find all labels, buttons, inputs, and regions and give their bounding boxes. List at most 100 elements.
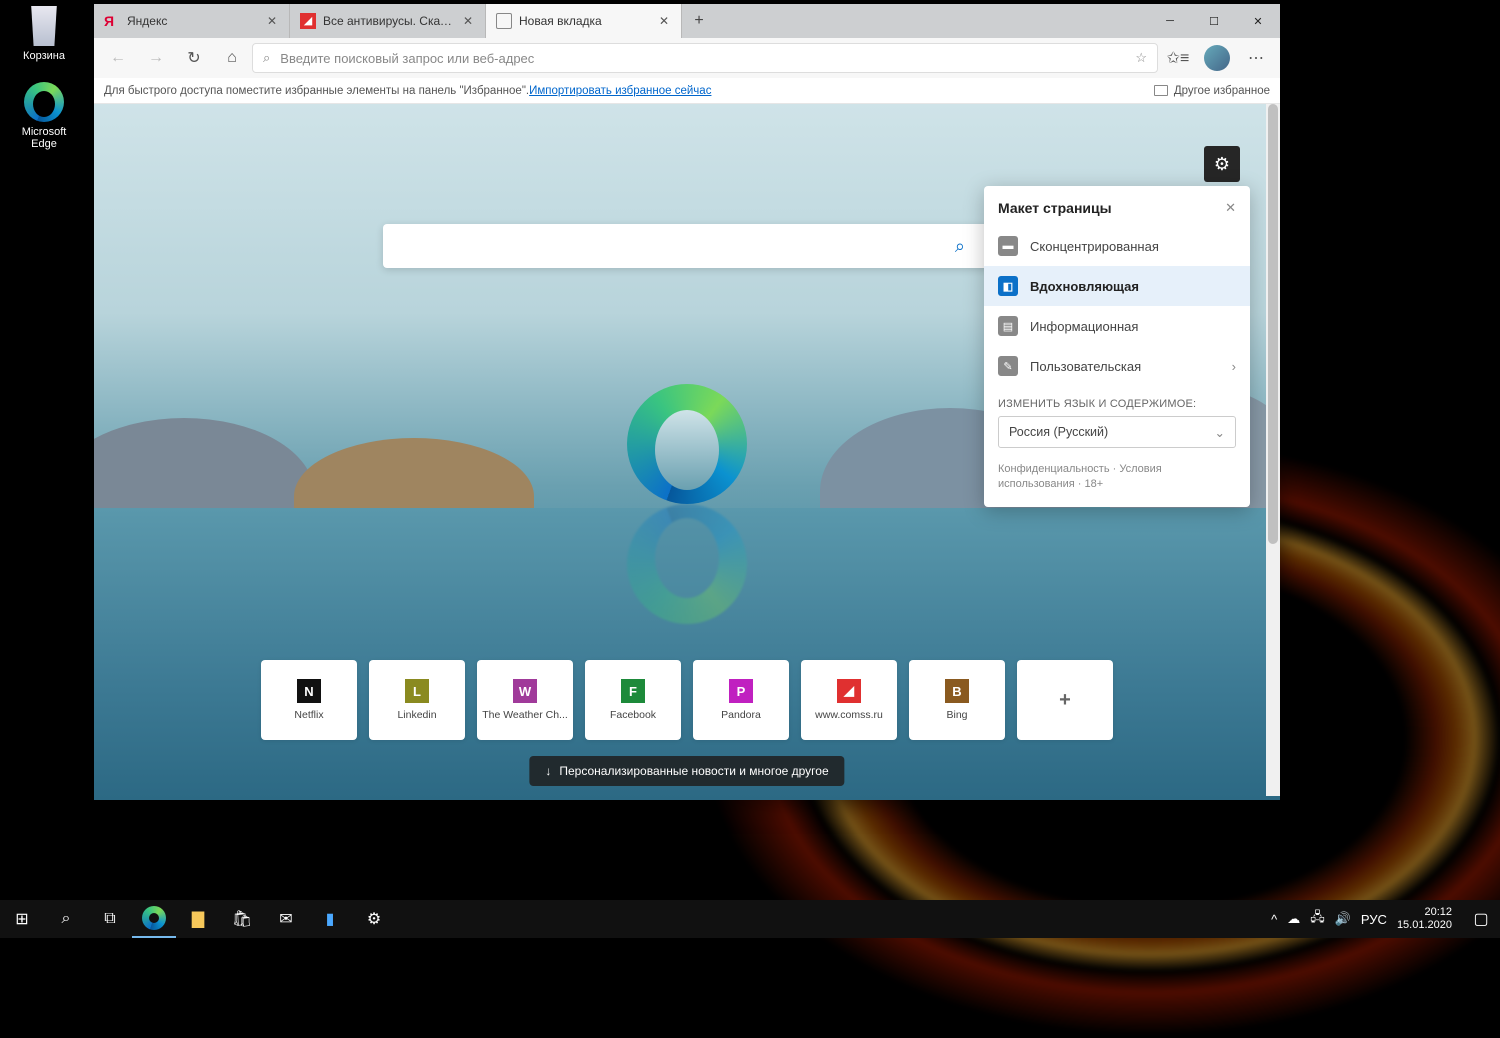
clock-time: 20:12 (1397, 906, 1452, 919)
new-tab-button[interactable]: + (682, 4, 716, 38)
store-icon[interactable]: 🛍 (220, 900, 264, 938)
news-button[interactable]: ↓ Персонализированные новости и многое д… (529, 756, 844, 786)
edge-logo-icon (627, 384, 747, 504)
language-select[interactable]: Россия (Русский) ⌄ (998, 416, 1236, 448)
focused-layout-icon: ▬ (998, 236, 1018, 256)
tab-close-icon[interactable]: ✕ (461, 14, 475, 28)
vertical-scrollbar[interactable] (1266, 104, 1280, 796)
edge-desktop-label: Microsoft Edge (8, 126, 80, 150)
page-settings-gear-icon[interactable]: ⚙ (1204, 146, 1240, 182)
minimize-button[interactable]: ─ (1148, 4, 1192, 38)
clock[interactable]: 20:12 15.01.2020 (1397, 906, 1452, 932)
window-controls: ─ ☐ ✕ (1148, 4, 1280, 38)
tab-yandex[interactable]: Я Яндекс ✕ (94, 4, 290, 38)
address-bar[interactable]: ⌕ Введите поисковый запрос или веб-адрес… (252, 43, 1158, 73)
ntp-favicon-icon (496, 13, 512, 29)
refresh-button[interactable]: ↻ (176, 42, 212, 74)
other-favorites-label: Другое избранное (1174, 85, 1270, 97)
layout-option-label: Сконцентрированная (1030, 239, 1159, 254)
layout-option-focused[interactable]: ▬ Сконцентрированная (984, 226, 1250, 266)
favbar-text: Для быстрого доступа поместите избранные… (104, 85, 529, 97)
ntp-search-box[interactable]: ⌕ (383, 224, 991, 268)
profile-avatar[interactable] (1204, 45, 1230, 71)
onedrive-icon[interactable]: ☁ (1287, 911, 1300, 927)
close-window-button[interactable]: ✕ (1236, 4, 1280, 38)
tile-icon: P (729, 679, 753, 703)
file-explorer-icon[interactable]: ▇ (176, 900, 220, 938)
tile-bing[interactable]: BBing (909, 660, 1005, 740)
browser-window: Я Яндекс ✕ ◢ Все антивирусы. Скачать бес… (94, 4, 1280, 800)
language-value: Россия (Русский) (1009, 425, 1108, 439)
other-favorites-button[interactable]: Другое избранное (1154, 85, 1270, 97)
back-button[interactable]: ← (100, 42, 136, 74)
tile-pandora[interactable]: PPandora (693, 660, 789, 740)
tile-label: The Weather Ch... (482, 709, 568, 721)
settings-icon[interactable]: ⚙ (352, 900, 396, 938)
tile-facebook[interactable]: F Facebook (585, 660, 681, 740)
tile-label: Facebook (610, 709, 656, 721)
mail-icon[interactable]: ✉ (264, 900, 308, 938)
tab-newtab[interactable]: Новая вкладка ✕ (486, 4, 682, 38)
clock-date: 15.01.2020 (1397, 919, 1452, 932)
search-icon[interactable]: ⌕ (955, 236, 965, 257)
taskbar: ⊞ ⌕ ⧉ ▇ 🛍 ✉ ▮ ⚙ ^ ☁ 🖧 🔊 РУС 20:12 15.01.… (0, 900, 1500, 938)
tile-linkedin[interactable]: LLinkedin (369, 660, 465, 740)
tile-netflix[interactable]: N Netflix (261, 660, 357, 740)
flyout-close-icon[interactable]: ✕ (1225, 200, 1236, 216)
system-tray: ^ ☁ 🖧 🔊 РУС 20:12 15.01.2020 (1261, 906, 1462, 932)
informational-layout-icon: ▤ (998, 316, 1018, 336)
import-favorites-link[interactable]: Импортировать избранное сейчас (529, 85, 711, 97)
tile-label: Netflix (294, 709, 323, 721)
tab-close-icon[interactable]: ✕ (265, 14, 279, 28)
network-icon[interactable]: 🖧 (1310, 908, 1325, 930)
flyout-footer: Конфиденциальность · Условия использован… (984, 458, 1250, 497)
favorites-button[interactable]: ✩≡ (1160, 42, 1196, 74)
app-icon[interactable]: ▮ (308, 900, 352, 938)
yandex-favicon-icon: Я (104, 13, 120, 29)
custom-layout-icon: ✎ (998, 356, 1018, 376)
forward-button[interactable]: → (138, 42, 174, 74)
layout-option-custom[interactable]: ✎ Пользовательская › (984, 346, 1250, 386)
tile-label: www.comss.ru (815, 709, 883, 721)
flyout-lang-header: ИЗМЕНИТЬ ЯЗЫК И СОДЕРЖИМОЕ: (984, 386, 1250, 416)
tile-icon: N (297, 679, 321, 703)
search-icon: ⌕ (263, 50, 270, 66)
layout-option-label: Информационная (1030, 319, 1138, 334)
tile-icon: B (945, 679, 969, 703)
edge-logo-reflection (627, 504, 747, 624)
taskbar-search-icon[interactable]: ⌕ (44, 900, 88, 938)
volume-icon[interactable]: 🔊 (1335, 911, 1351, 927)
menu-button[interactable]: ⋯ (1238, 42, 1274, 74)
age-label: 18+ (1084, 478, 1103, 490)
tile-comss[interactable]: ◢ www.comss.ru (801, 660, 897, 740)
quick-links-tiles: N Netflix LLinkedin WThe Weather Ch... FF… (261, 660, 1113, 740)
add-tile-button[interactable]: + (1017, 660, 1113, 740)
tile-icon: F (621, 679, 645, 703)
address-placeholder: Введите поисковый запрос или веб-адрес (280, 51, 534, 66)
task-view-icon[interactable]: ⧉ (88, 900, 132, 938)
flyout-title: Макет страницы (998, 200, 1112, 216)
tile-weather[interactable]: WThe Weather Ch... (477, 660, 573, 740)
home-button[interactable]: ⌂ (214, 42, 250, 74)
tray-chevron-icon[interactable]: ^ (1271, 912, 1277, 927)
start-button[interactable]: ⊞ (0, 900, 44, 938)
lang-indicator[interactable]: РУС (1361, 912, 1387, 927)
tab-strip: Я Яндекс ✕ ◢ Все антивирусы. Скачать бес… (94, 4, 1280, 38)
plus-icon: + (1053, 688, 1077, 712)
folder-icon (1154, 85, 1168, 96)
page-layout-flyout: Макет страницы ✕ ▬ Сконцентрированная ◧ … (984, 186, 1250, 507)
favorite-star-icon[interactable]: ☆ (1135, 50, 1147, 66)
layout-option-informational[interactable]: ▤ Информационная (984, 306, 1250, 346)
tab-title: Все антивирусы. Скачать беспл (323, 14, 454, 28)
maximize-button[interactable]: ☐ (1192, 4, 1236, 38)
favorites-bar: Для быстрого доступа поместите избранные… (94, 78, 1280, 104)
privacy-link[interactable]: Конфиденциальность (998, 463, 1110, 475)
tab-close-icon[interactable]: ✕ (657, 14, 671, 28)
action-center-icon[interactable]: ▢ (1462, 900, 1500, 938)
tile-icon: ◢ (837, 679, 861, 703)
layout-option-inspirational[interactable]: ◧ Вдохновляющая (984, 266, 1250, 306)
edge-desktop-icon[interactable]: Microsoft Edge (8, 82, 80, 150)
tab-antivirus[interactable]: ◢ Все антивирусы. Скачать беспл ✕ (290, 4, 486, 38)
taskbar-edge-icon[interactable] (132, 900, 176, 938)
recycle-bin-icon[interactable]: Корзина (8, 6, 80, 62)
